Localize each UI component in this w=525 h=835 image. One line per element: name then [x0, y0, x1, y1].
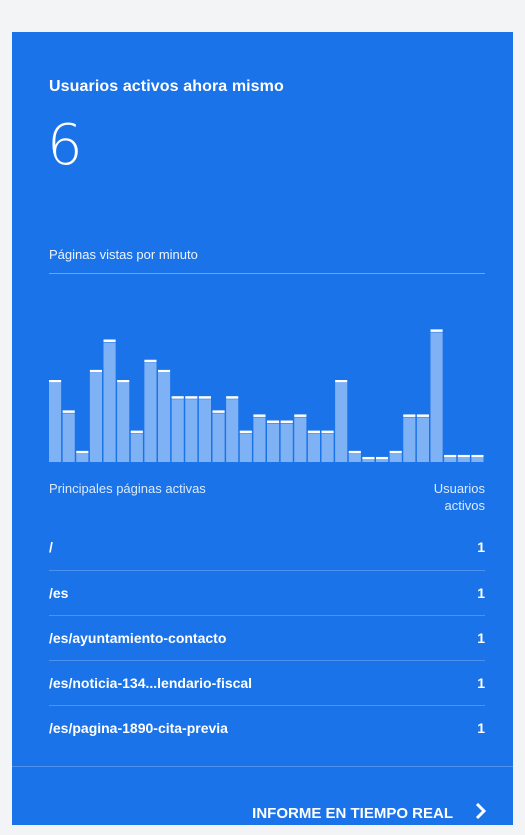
chart-bar	[117, 383, 130, 462]
pageviews-bar-chart	[49, 329, 484, 462]
chart-bar-cap	[226, 396, 239, 399]
chart-bar-cap	[171, 396, 184, 399]
chart-bar-cap	[307, 430, 321, 434]
chart-bar	[444, 457, 457, 462]
chart-bar-cap	[103, 339, 116, 342]
page-path: /	[49, 539, 53, 555]
chart-bar-cap	[198, 396, 212, 399]
chart-bar-cap	[117, 380, 130, 383]
table-header: Principales páginas activas Usuarios act…	[49, 480, 485, 513]
chart-bar-cap	[321, 430, 334, 434]
chart-bar	[376, 459, 389, 462]
page-path: /es	[49, 585, 69, 601]
active-users-value: 1	[477, 720, 485, 736]
active-pages-list: / 1 /es 1 /es/ayuntamiento-contacto 1 /e…	[49, 525, 485, 750]
chart-bar-cap	[267, 420, 280, 423]
chart-bar-cap	[444, 454, 457, 458]
active-users-value: 1	[477, 539, 485, 555]
chart-bar	[321, 433, 334, 462]
chart-bar-cap	[294, 414, 307, 417]
chart-bar-cap	[389, 450, 402, 454]
table-row[interactable]: / 1	[49, 525, 485, 570]
column-header-pages: Principales páginas activas	[49, 481, 206, 496]
chart-bar	[130, 433, 143, 462]
chart-bar-cap	[185, 396, 198, 399]
realtime-card: Usuarios activos ahora mismo 6 Páginas v…	[12, 32, 513, 825]
chart-bar	[430, 332, 443, 462]
chart-bar	[185, 399, 198, 462]
chart-bar	[471, 457, 484, 462]
column-header-users: Usuarios activos	[434, 480, 485, 514]
chart-bar	[253, 417, 266, 462]
realtime-report-link[interactable]: INFORME EN TIEMPO REAL	[252, 802, 487, 824]
chart-bar-cap	[76, 450, 89, 454]
page-path: /es/ayuntamiento-contacto	[49, 630, 227, 646]
chart-bar	[416, 417, 430, 462]
chart-bar-cap	[62, 410, 75, 413]
chart-bar	[226, 399, 239, 462]
table-row[interactable]: /es/noticia-134...lendario-fiscal 1	[49, 660, 485, 705]
active-users-count: 6	[47, 113, 83, 178]
chart-bar-cap	[158, 369, 171, 373]
active-users-value: 1	[477, 675, 485, 691]
chart-bar	[62, 413, 75, 462]
chart-bar	[457, 457, 470, 462]
chart-bar-cap	[348, 450, 361, 454]
chart-bar	[49, 383, 62, 462]
column-header-users-line1: Usuarios	[433, 481, 485, 496]
chevron-right-icon	[475, 802, 487, 824]
chart-bar	[267, 423, 280, 462]
page-path: /es/noticia-134...lendario-fiscal	[49, 675, 253, 691]
pageviews-chart-title: Páginas vistas por minuto	[49, 247, 198, 262]
chart-bar-cap	[212, 410, 225, 413]
chart-bar	[212, 413, 225, 462]
chart-bar	[280, 423, 293, 462]
chart-bar	[198, 399, 212, 462]
chart-bar-cap	[144, 359, 157, 363]
active-users-value: 1	[477, 630, 485, 646]
chart-bar	[389, 453, 402, 462]
table-row[interactable]: /es/ayuntamiento-contacto 1	[49, 615, 485, 660]
divider	[49, 273, 485, 274]
chart-bar-cap	[239, 430, 252, 434]
chart-bar-cap	[376, 456, 389, 460]
chart-bar	[403, 417, 416, 462]
chart-bar-cap	[49, 380, 62, 383]
chart-bar-cap	[430, 329, 443, 332]
chart-bar	[294, 417, 307, 462]
active-users-value: 1	[477, 585, 485, 601]
chart-bar	[348, 453, 361, 462]
card-title: Usuarios activos ahora mismo	[49, 78, 284, 95]
chart-bar	[307, 433, 321, 462]
chart-bar	[158, 372, 171, 462]
chart-bar-cap	[403, 414, 416, 417]
chart-bar	[89, 372, 103, 462]
chart-bar-cap	[457, 454, 470, 458]
chart-bar	[103, 342, 116, 462]
chart-bar-cap	[130, 430, 143, 434]
column-header-users-line2: activos	[444, 498, 485, 513]
table-row[interactable]: /es 1	[49, 570, 485, 615]
chart-bar	[239, 433, 252, 462]
chart-bar-cap	[416, 414, 430, 417]
page-path: /es/pagina-1890-cita-previa	[49, 720, 228, 736]
chart-bar	[76, 453, 89, 462]
chart-bar-cap	[362, 456, 375, 460]
chart-bar	[144, 362, 157, 462]
chart-bar-cap	[335, 380, 348, 383]
chart-bar-cap	[280, 420, 293, 423]
chart-bar	[171, 399, 184, 462]
chart-bar	[362, 459, 375, 462]
chart-bar-cap	[253, 414, 266, 417]
table-row[interactable]: /es/pagina-1890-cita-previa 1	[49, 705, 485, 750]
chart-bar	[335, 383, 348, 462]
chart-bar-cap	[89, 369, 103, 373]
realtime-report-label: INFORME EN TIEMPO REAL	[252, 805, 453, 822]
footer-divider	[12, 766, 513, 767]
chart-bar-cap	[471, 454, 484, 458]
